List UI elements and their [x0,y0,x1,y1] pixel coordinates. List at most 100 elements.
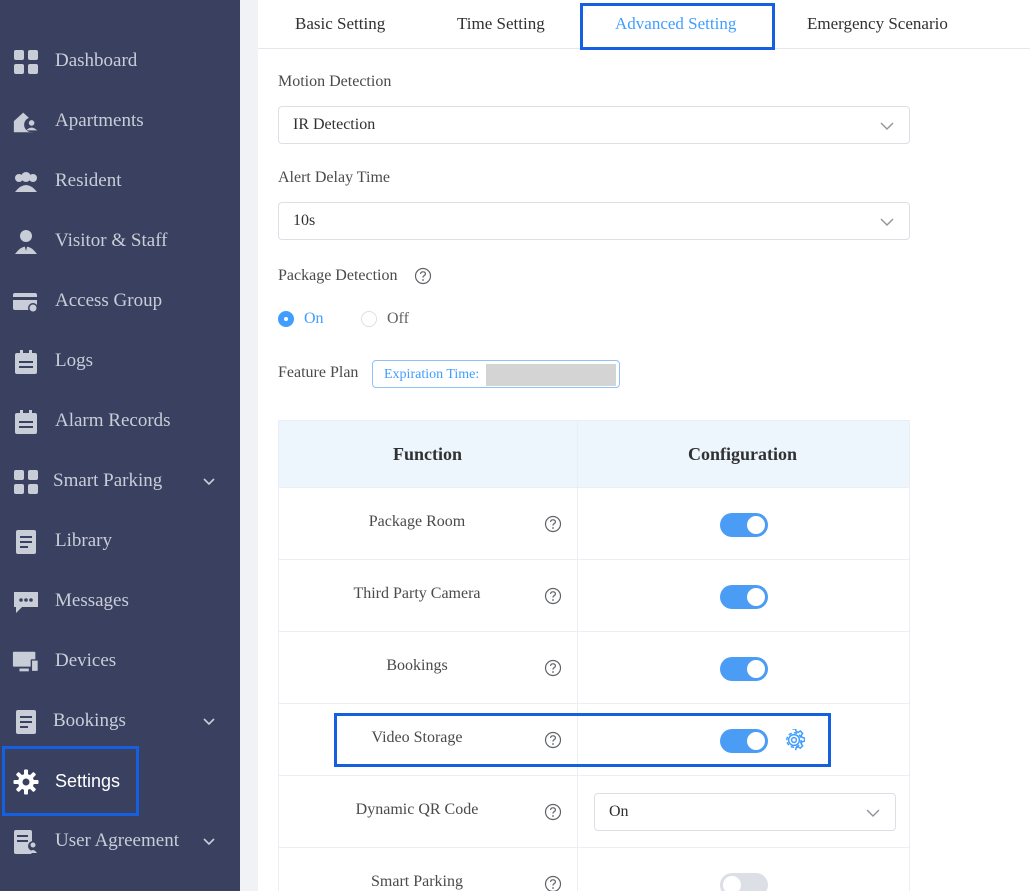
sidebar-item-label: Smart Parking [53,470,163,491]
library-icon [12,529,40,555]
function-name: Bookings [386,657,448,674]
package-detection-label: Package Detection [278,267,398,284]
help-icon[interactable] [544,587,562,605]
resident-icon [12,169,40,195]
sidebar-item-label: Logs [55,350,93,371]
chevron-down-icon[interactable] [200,472,218,490]
motion-detection-value: IR Detection [293,116,376,133]
main-panel: Basic Setting Time Setting Advanced Sett… [258,0,1030,891]
redacted-expiration-value [486,364,616,386]
package-on-radio[interactable]: On [278,310,324,328]
toggle-knob [747,516,765,534]
help-icon[interactable] [544,515,562,533]
sidebar-item-label: User Agreement [55,830,179,851]
function-name: Dynamic QR Code [355,801,479,818]
toggle-knob [723,876,741,891]
user-agreement-icon [12,829,40,855]
package-off-radio[interactable]: Off [361,310,409,328]
tab-time-setting[interactable]: Time Setting [457,14,545,34]
sidebar-item-devices[interactable]: Devices [0,632,240,692]
toggle-knob [747,660,765,678]
sidebar-item-user-agreement[interactable]: User Agreement [0,812,240,872]
apartments-icon [12,109,40,135]
toggle-knob [747,588,765,606]
sidebar-item-messages[interactable]: Messages [0,572,240,632]
package-on-label: On [304,310,324,327]
sidebar-item-label: Resident [55,170,122,191]
sidebar-item-label: Devices [55,650,117,671]
sidebar-item-visitor-staff[interactable]: Visitor & Staff [0,212,240,272]
function-table: Function Configuration Package Room Thir… [278,420,910,891]
function-name: Third Party Camera [353,585,481,602]
sidebar-item-access-group[interactable]: Access Group [0,272,240,332]
motion-detection-select[interactable]: IR Detection [278,106,910,144]
table-row: Package Room [279,488,909,560]
sidebar-item-label: Library [55,530,112,551]
help-icon[interactable] [544,659,562,677]
alarm-records-icon [12,409,40,435]
function-name: Smart Parking [371,873,463,890]
chevron-down-icon [865,805,881,821]
smart-parking-icon [12,469,40,495]
tab-emergency-scenario[interactable]: Emergency Scenario [807,14,948,34]
sidebar-item-library[interactable]: Library [0,512,240,572]
radio-dot [278,311,294,327]
radio-dot [361,311,377,327]
logs-icon [12,349,40,375]
tab-bar: Basic Setting Time Setting Advanced Sett… [258,0,1030,50]
alert-delay-select[interactable]: 10s [278,202,910,240]
dashboard-icon [12,49,40,75]
visitor-icon [12,229,40,255]
function-header: Function [393,444,463,464]
sidebar-item-bookings[interactable]: Bookings [0,692,240,752]
alert-delay-label: Alert Delay Time [278,169,390,186]
expiration-label: Expiration Time: [384,367,480,382]
sidebar-item-label: Alarm Records [55,410,171,431]
package-off-label: Off [387,310,409,327]
dynamic-qr-code-select[interactable]: On [594,793,896,831]
third-party-camera-toggle[interactable] [720,585,768,609]
sidebar-item-label: Access Group [55,290,163,311]
tab-basic-setting[interactable]: Basic Setting [295,14,385,34]
configuration-header: Configuration [688,444,798,464]
help-icon[interactable] [414,267,432,285]
sidebar-item-logs[interactable]: Logs [0,332,240,392]
chevron-down-icon[interactable] [200,832,218,850]
settings-highlight-box [2,746,139,816]
sidebar-item-label: Bookings [53,710,126,731]
bookings-icon [12,709,40,735]
sidebar-item-label: Dashboard [55,50,138,71]
package-room-toggle[interactable] [720,513,768,537]
sidebar-item-label: Apartments [55,110,144,131]
sidebar-item-resident[interactable]: Resident [0,152,240,212]
sidebar: Dashboard Apartments Resident Visitor & … [0,0,240,891]
bookings-toggle[interactable] [720,657,768,681]
table-row: Bookings [279,632,909,704]
messages-icon [12,589,40,615]
motion-detection-label: Motion Detection [278,73,392,90]
chevron-down-icon [879,214,895,230]
expiration-tag: Expiration Time: [372,360,620,388]
sidebar-item-alarm-records[interactable]: Alarm Records [0,392,240,452]
table-row: Third Party Camera [279,560,909,632]
feature-plan-label: Feature Plan [278,364,359,381]
sidebar-item-label: Visitor & Staff [55,230,168,251]
chevron-down-icon[interactable] [200,712,218,730]
advanced-tab-highlight-box [580,3,775,50]
sidebar-item-apartments[interactable]: Apartments [0,92,240,152]
smart-parking-toggle[interactable] [720,873,768,891]
access-group-icon [12,289,40,315]
devices-icon [12,649,40,675]
alert-delay-value: 10s [293,212,316,229]
table-row: Dynamic QR Code On [279,776,909,848]
help-icon[interactable] [544,875,562,891]
sidebar-item-label: Messages [55,590,129,611]
chevron-down-icon [879,118,895,134]
table-row: Smart Parking [279,848,909,891]
sidebar-item-smart-parking[interactable]: Smart Parking [0,452,240,512]
help-icon[interactable] [544,803,562,821]
function-name: Package Room [368,513,466,530]
table-header: Function Configuration [279,421,909,488]
video-storage-highlight-box [334,713,831,767]
sidebar-item-dashboard[interactable]: Dashboard [0,32,240,92]
